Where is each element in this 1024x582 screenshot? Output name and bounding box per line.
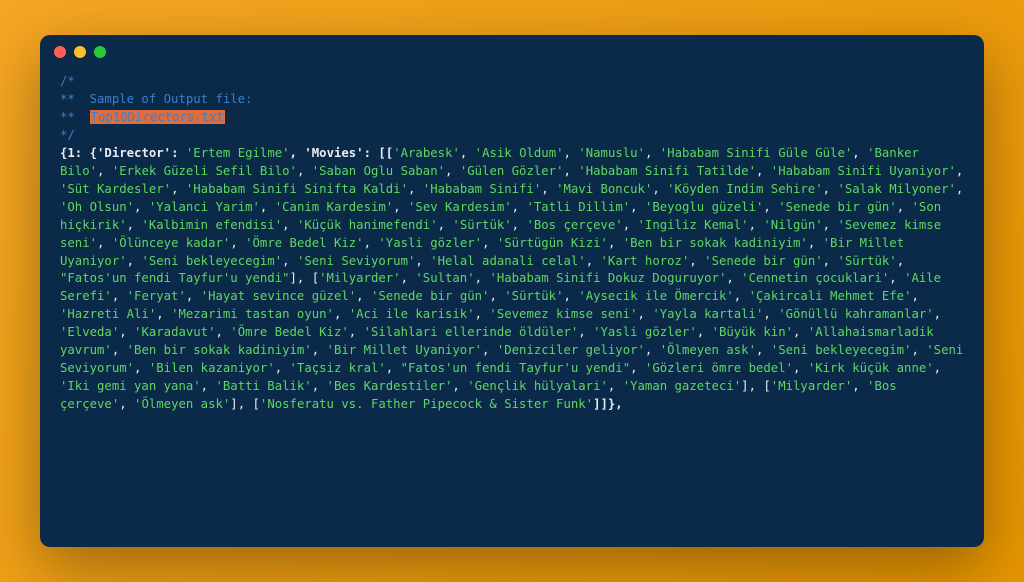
minimize-icon[interactable]	[74, 46, 86, 58]
close-icon[interactable]	[54, 46, 66, 58]
window-titlebar	[40, 35, 984, 69]
code-output: /* ** Sample of Output file: ** Top10Dir…	[40, 69, 984, 432]
maximize-icon[interactable]	[94, 46, 106, 58]
terminal-window: /* ** Sample of Output file: ** Top10Dir…	[40, 35, 984, 547]
